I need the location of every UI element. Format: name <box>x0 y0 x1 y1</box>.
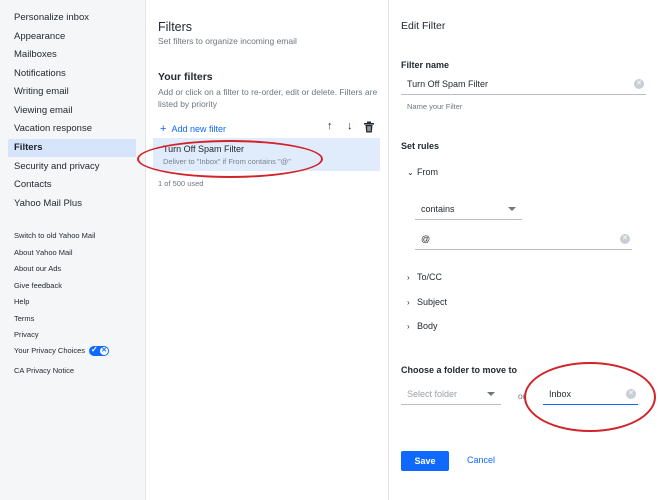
dropdown-caret-icon <box>487 392 495 396</box>
rule-subject-label: Subject <box>417 297 448 307</box>
condition-select[interactable]: contains <box>415 198 522 220</box>
privacy-choices-toggle-icon: ✓ ✕ <box>89 345 110 357</box>
sidebar-item-personalize-inbox[interactable]: Personalize inbox <box>8 9 136 27</box>
sidebar-item-mailboxes[interactable]: Mailboxes <box>8 46 136 64</box>
chevron-right-icon: › <box>407 298 410 307</box>
sidebar-item-appearance[interactable]: Appearance <box>8 28 136 46</box>
sidebar-item-filters[interactable]: Filters <box>8 139 136 157</box>
filter-count: 1 of 500 used <box>158 179 204 188</box>
or-separator: or <box>518 391 526 401</box>
rule-tocc-toggle[interactable]: › To/CC <box>407 272 442 282</box>
from-value-input[interactable]: @ ✕ <box>415 228 632 250</box>
dropdown-caret-icon <box>508 207 516 211</box>
footer-link-privacy-choices[interactable]: Your Privacy Choices ✓ ✕ <box>14 345 110 357</box>
set-rules-label: Set rules <box>401 141 440 151</box>
select-folder-dropdown[interactable]: Select folder <box>401 383 501 405</box>
footer-link-about-ads[interactable]: About our Ads <box>14 264 61 273</box>
rule-from-label: From <box>417 167 438 177</box>
clear-folder-icon[interactable]: ✕ <box>626 389 636 399</box>
filter-name-value: Turn Off Spam Filter <box>407 79 489 89</box>
sidebar-item-notifications[interactable]: Notifications <box>8 65 136 83</box>
your-filters-heading: Your filters <box>158 71 213 83</box>
filter-name-helper: Name your Filter <box>407 102 463 111</box>
from-value: @ <box>421 234 431 244</box>
footer-link-give-feedback[interactable]: Give feedback <box>14 281 62 290</box>
filter-item-name: Turn Off Spam Filter <box>163 144 245 154</box>
move-up-arrow-icon[interactable]: ↑ <box>327 120 333 132</box>
footer-link-help[interactable]: Help <box>14 297 29 306</box>
rule-subject-toggle[interactable]: › Subject <box>407 297 447 307</box>
rule-tocc-label: To/CC <box>417 272 443 282</box>
select-folder-placeholder: Select folder <box>407 389 458 399</box>
filters-subtitle: Set filters to organize incoming email <box>158 36 297 46</box>
sidebar-item-contacts[interactable]: Contacts <box>8 176 136 194</box>
filter-name-input[interactable]: Turn Off Spam Filter ✕ <box>401 73 646 95</box>
your-filters-description: Add or click on a filter to re-order, ed… <box>158 87 378 109</box>
settings-sidebar: Personalize inbox Appearance Mailboxes N… <box>0 0 146 500</box>
chevron-right-icon: › <box>407 322 410 331</box>
add-new-filter-button[interactable]: + Add new filter <box>160 123 226 135</box>
footer-link-switch-old-mail[interactable]: Switch to old Yahoo Mail <box>14 231 95 240</box>
privacy-choices-label: Your Privacy Choices <box>14 346 86 355</box>
cancel-button[interactable]: Cancel <box>467 455 495 465</box>
sidebar-item-writing-email[interactable]: Writing email <box>8 83 136 101</box>
footer-link-ca-privacy-notice[interactable]: CA Privacy Notice <box>14 366 74 375</box>
condition-value: contains <box>421 204 455 214</box>
sidebar-item-vacation-response[interactable]: Vacation response <box>8 120 136 138</box>
filters-panel: Filters Set filters to organize incoming… <box>147 0 389 500</box>
rule-body-toggle[interactable]: › Body <box>407 321 438 331</box>
chevron-right-icon: › <box>407 273 410 282</box>
save-button[interactable]: Save <box>401 451 449 471</box>
plus-icon: + <box>160 123 167 135</box>
filters-title: Filters <box>158 20 193 34</box>
rule-body-label: Body <box>417 321 438 331</box>
footer-link-about-yahoo-mail[interactable]: About Yahoo Mail <box>14 248 73 257</box>
filter-item-description: Deliver to "Inbox" if From contains "@" <box>163 157 291 166</box>
footer-link-privacy[interactable]: Privacy <box>14 330 39 339</box>
folder-section-label: Choose a folder to move to <box>401 365 518 375</box>
move-down-arrow-icon[interactable]: ↓ <box>347 120 353 132</box>
clear-filter-name-icon[interactable]: ✕ <box>634 79 644 89</box>
add-new-filter-label: Add new filter <box>171 124 226 134</box>
rule-from-toggle[interactable]: ⌄ From <box>407 167 438 177</box>
chevron-down-icon: ⌄ <box>407 168 414 177</box>
footer-link-terms[interactable]: Terms <box>14 314 34 323</box>
sidebar-item-yahoo-mail-plus[interactable]: Yahoo Mail Plus <box>8 195 136 213</box>
filter-name-label: Filter name <box>401 60 450 70</box>
sidebar-item-security-and-privacy[interactable]: Security and privacy <box>8 158 136 176</box>
edit-filter-title: Edit Filter <box>401 20 446 32</box>
clear-from-value-icon[interactable]: ✕ <box>620 234 630 244</box>
edit-filter-panel: Edit Filter Filter name Turn Off Spam Fi… <box>390 0 660 500</box>
new-folder-input[interactable]: Inbox ✕ <box>543 383 638 405</box>
sidebar-item-viewing-email[interactable]: Viewing email <box>8 102 136 120</box>
delete-trash-icon[interactable] <box>363 121 375 136</box>
new-folder-value: Inbox <box>549 389 572 399</box>
filter-list-item[interactable]: Turn Off Spam Filter Deliver to "Inbox" … <box>153 138 380 171</box>
